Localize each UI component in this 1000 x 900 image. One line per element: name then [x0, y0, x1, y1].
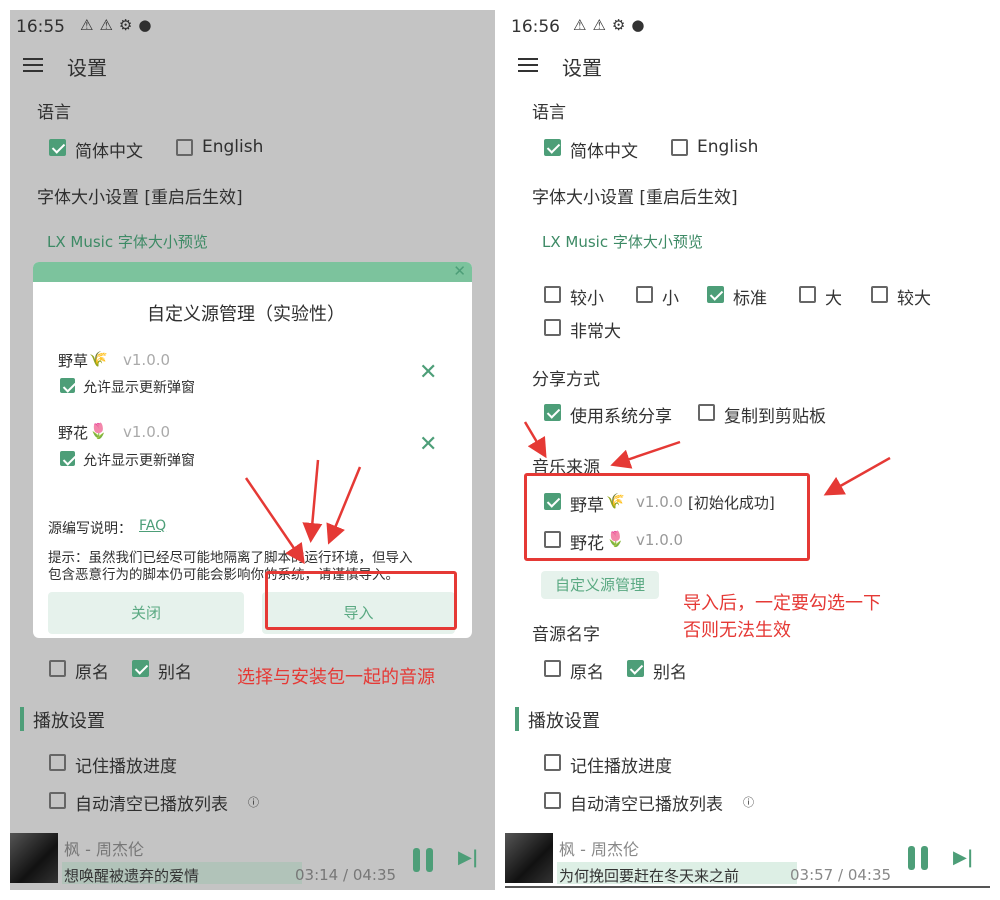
arrow: [244, 477, 305, 565]
arrow: [823, 456, 891, 496]
annotation-arrows: [244, 421, 891, 565]
arrow: [523, 421, 547, 459]
arrow: [610, 440, 681, 469]
arrow: [302, 459, 323, 543]
arrow: [326, 466, 362, 545]
